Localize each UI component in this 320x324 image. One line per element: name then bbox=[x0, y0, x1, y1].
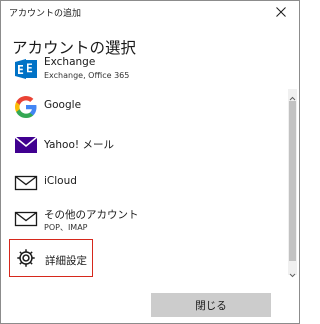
account-option-icloud[interactable]: iCloud bbox=[9, 165, 285, 201]
account-option-other[interactable]: その他のアカウント POP、IMAP bbox=[9, 201, 285, 237]
advanced-settings-label: 詳細設定 bbox=[45, 255, 87, 267]
google-icon bbox=[14, 95, 38, 119]
account-name: Exchange bbox=[44, 56, 96, 68]
account-name: iCloud bbox=[44, 175, 77, 187]
account-name: その他のアカウント bbox=[44, 209, 139, 221]
exchange-icon bbox=[14, 57, 38, 81]
gear-icon bbox=[15, 247, 39, 271]
scroll-down-button[interactable] bbox=[288, 265, 297, 278]
account-option-google[interactable]: Google bbox=[9, 89, 285, 125]
title-bar: アカウントの追加 bbox=[1, 1, 299, 23]
account-name: Google bbox=[44, 99, 82, 111]
account-name: Yahoo! メール bbox=[44, 139, 114, 151]
scroll-up-button[interactable] bbox=[288, 89, 297, 101]
account-option-yahoo[interactable]: Yahoo! メール bbox=[9, 127, 285, 163]
scrollbar-thumb[interactable] bbox=[289, 101, 296, 261]
window-title: アカウントの追加 bbox=[9, 9, 82, 19]
account-option-exchange[interactable]: Exchange Exchange, Office 365 bbox=[9, 53, 285, 89]
advanced-settings-button[interactable]: 詳細設定 bbox=[9, 239, 93, 277]
envelope-icon bbox=[14, 207, 38, 231]
scrollbar[interactable] bbox=[288, 89, 297, 278]
add-account-dialog: アカウントの追加 アカウントの選択 Exchange Exchange, Off… bbox=[0, 0, 300, 324]
chevron-down-icon bbox=[289, 273, 296, 278]
close-button[interactable]: 閉じる bbox=[151, 293, 271, 317]
account-subtitle: POP、IMAP bbox=[44, 223, 88, 232]
window-close-button[interactable] bbox=[267, 1, 295, 23]
envelope-icon bbox=[14, 171, 38, 195]
close-icon bbox=[276, 7, 286, 17]
account-subtitle: Exchange, Office 365 bbox=[44, 71, 130, 80]
yahoo-mail-icon bbox=[14, 133, 38, 157]
